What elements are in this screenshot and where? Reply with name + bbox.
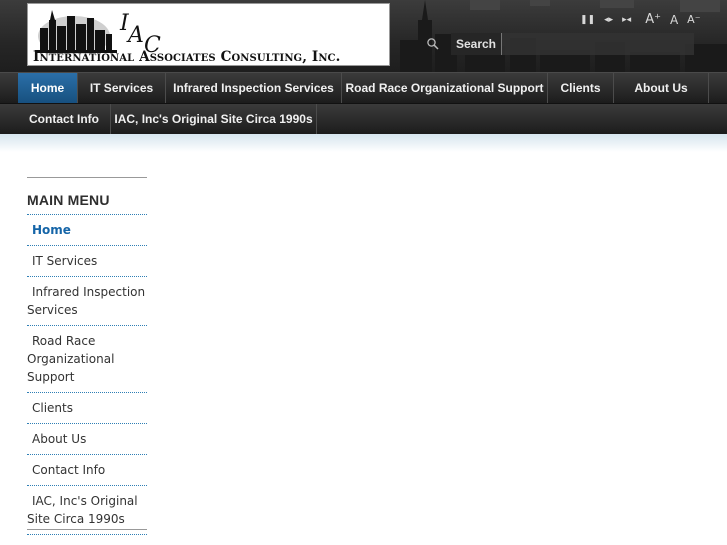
nav-item-about-us[interactable]: About Us [614, 73, 709, 103]
font-increase-icon[interactable]: A⁺ [645, 11, 661, 29]
sidebar-item-original-site[interactable]: IAC, Inc's Original Site Circa 1990s [27, 486, 147, 535]
sidebar-title: MAIN MENU [27, 192, 147, 215]
nav-item-original-site[interactable]: IAC, Inc's Original Site Circa 1990s [111, 104, 317, 134]
sidebar-item-clients[interactable]: Clients [27, 393, 147, 424]
nav-item-clients[interactable]: Clients [548, 73, 614, 103]
sidebar-item-it-services[interactable]: IT Services [27, 246, 147, 277]
widen-icon[interactable]: ◂▸ [604, 11, 613, 29]
nav-item-contact-info[interactable]: Contact Info [18, 104, 111, 134]
logo-skyline-globe-graphic: I A C [35, 10, 161, 54]
logo-initial-a: A [126, 23, 144, 48]
sidebar-top-divider [27, 177, 147, 178]
nav-item-home[interactable]: Home [18, 73, 78, 103]
logo-company-name: International Associates Consulting, Inc… [33, 49, 341, 65]
sidebar-item-infrared-inspection[interactable]: Infrared Inspection Services [27, 277, 147, 326]
site-header: I A C International Associates Consultin… [0, 0, 727, 72]
pause-icon[interactable]: ❚❚ [580, 11, 595, 29]
narrow-icon[interactable]: ▸◂ [622, 11, 631, 29]
sidebar-item-road-race[interactable]: Road Race Organizational Support [27, 326, 147, 393]
sidebar-main-menu: MAIN MENU Home IT Services Infrared Insp… [27, 177, 147, 535]
nav-item-it-services[interactable]: IT Services [78, 73, 166, 103]
sidebar-item-about-us[interactable]: About Us [27, 424, 147, 455]
nav-item-road-race[interactable]: Road Race Organizational Support [342, 73, 548, 103]
sidebar-item-contact-info[interactable]: Contact Info [27, 455, 147, 486]
nav-row-2: Contact Info IAC, Inc's Original Site Ci… [0, 103, 727, 134]
search-button[interactable]: Search [451, 33, 502, 55]
sidebar-bottom-divider [27, 529, 147, 530]
nav-row-1: Home IT Services Infrared Inspection Ser… [0, 72, 727, 103]
main-navigation: Home IT Services Infrared Inspection Ser… [0, 72, 727, 134]
layout-tools: ❚❚ ◂▸ ▸◂ A⁺ A A⁻ [580, 11, 710, 29]
nav-item-infrared-inspection[interactable]: Infrared Inspection Services [166, 73, 342, 103]
search-input[interactable] [502, 33, 694, 55]
nav-shadow-band [0, 134, 727, 152]
font-decrease-icon[interactable]: A⁻ [687, 11, 700, 29]
site-logo[interactable]: I A C International Associates Consultin… [27, 3, 390, 66]
font-reset-icon[interactable]: A [670, 11, 678, 29]
search-icon [427, 38, 439, 50]
sidebar-item-home[interactable]: Home [27, 215, 147, 246]
